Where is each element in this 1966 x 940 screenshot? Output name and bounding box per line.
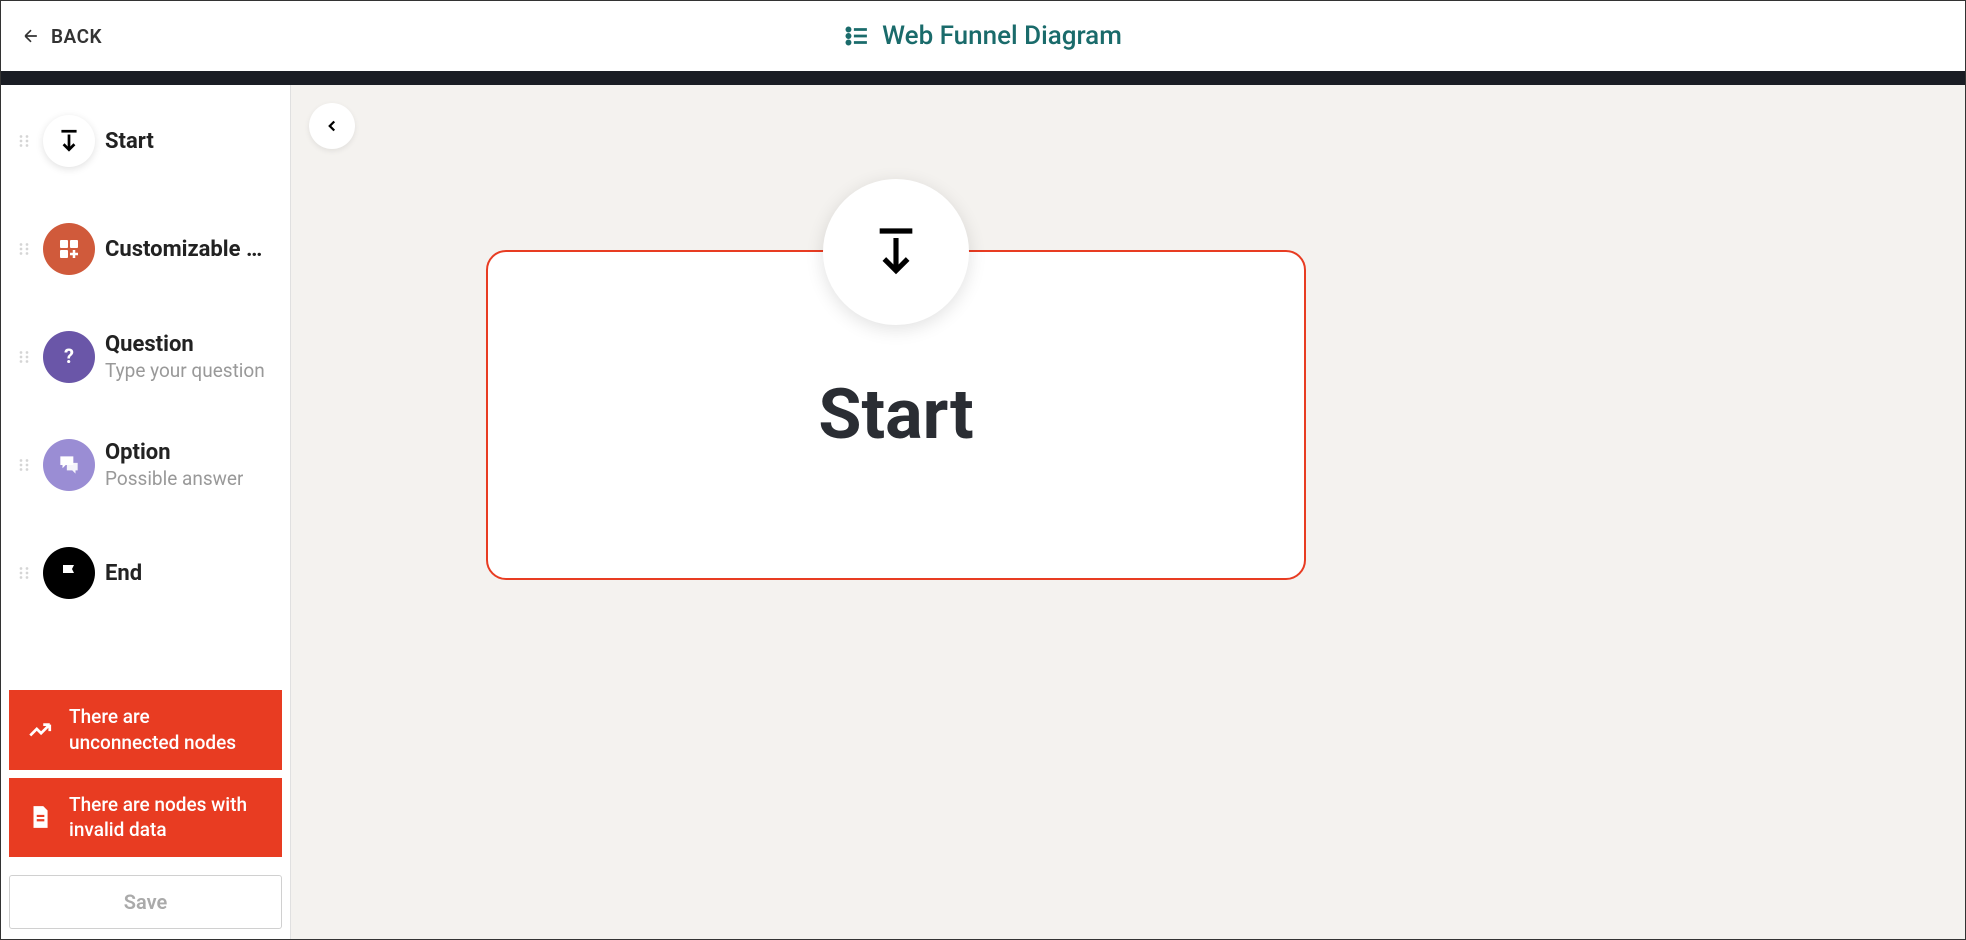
back-button[interactable]: BACK [21, 25, 102, 48]
sidebar-item-start[interactable]: Start [9, 105, 282, 177]
grid-icon [43, 223, 95, 275]
chevron-left-icon [323, 117, 341, 135]
warning-unconnected-nodes[interactable]: There are unconnected nodes [9, 690, 282, 769]
flag-icon [43, 547, 95, 599]
connector-output-handle[interactable] [871, 553, 921, 603]
drag-handle-icon [15, 348, 33, 366]
drag-handle-icon [15, 240, 33, 258]
page-title: Web Funnel Diagram [844, 21, 1122, 51]
sidebar-item-option[interactable]: Option Possible answer [9, 429, 282, 501]
diagram-canvas[interactable]: Start [291, 85, 1965, 939]
back-label: BACK [51, 25, 102, 48]
sidebar-item-sublabel: Type your question [105, 359, 265, 382]
question-icon: ? [43, 331, 95, 383]
sidebar-item-label: End [105, 561, 142, 586]
collapse-sidebar-button[interactable] [309, 103, 355, 149]
start-icon [43, 115, 95, 167]
save-button-label: Save [124, 890, 167, 914]
document-icon [27, 804, 53, 830]
trending-up-icon [27, 717, 53, 743]
warning-text: There are unconnected nodes [69, 704, 264, 755]
page-title-text: Web Funnel Diagram [882, 21, 1122, 51]
sidebar-item-question[interactable]: ? Question Type your question [9, 321, 282, 393]
divider-bar [1, 71, 1965, 85]
drag-handle-icon [15, 456, 33, 474]
sidebar-item-label: Start [105, 129, 154, 154]
sidebar-item-label: Option [105, 440, 243, 465]
sidebar: Start [1, 85, 291, 939]
warning-text: There are nodes with invalid data [69, 792, 264, 843]
warning-invalid-data[interactable]: There are nodes with invalid data [9, 778, 282, 857]
canvas-start-node[interactable]: Start [486, 250, 1306, 580]
sidebar-item-sublabel: Possible answer [105, 467, 243, 490]
drag-handle-icon [15, 564, 33, 582]
sidebar-item-end[interactable]: End [9, 537, 282, 609]
header: BACK Web Funnel Diagram [1, 1, 1965, 71]
start-node-icon [823, 179, 969, 325]
list-icon [844, 23, 870, 49]
drag-handle-icon [15, 132, 33, 150]
sidebar-item-customizable[interactable]: Customizable … [9, 213, 282, 285]
node-palette: Start [9, 105, 282, 690]
sidebar-item-label: Question [105, 332, 265, 357]
arrow-left-icon [21, 26, 41, 46]
save-button[interactable]: Save [9, 875, 282, 929]
canvas-node-title: Start [818, 374, 973, 456]
sidebar-item-label: Customizable … [105, 237, 262, 262]
chat-icon [43, 439, 95, 491]
svg-text:?: ? [64, 345, 74, 368]
